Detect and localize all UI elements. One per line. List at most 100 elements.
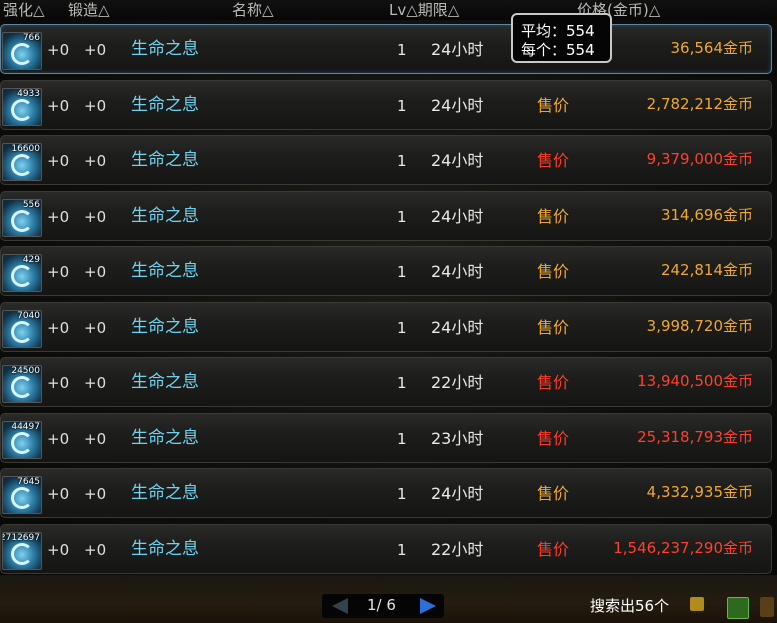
sale-label: 售价 — [537, 484, 570, 503]
tooltip-each-label: 每个： — [521, 41, 567, 59]
gold-icon[interactable] — [690, 597, 704, 611]
header-lv-duration[interactable]: Lv△期限△ — [389, 0, 459, 20]
life-breath-icon: 16600 — [2, 143, 42, 181]
prev-page-icon[interactable] — [332, 598, 348, 614]
enhance-value: +0 — [47, 374, 70, 392]
item-quantity: 7040 — [17, 310, 40, 321]
swirl-icon — [11, 542, 33, 565]
swirl-icon — [11, 265, 33, 287]
forge-value: +0 — [84, 263, 107, 281]
forge-value: +0 — [84, 96, 107, 115]
swirl-icon — [11, 43, 33, 65]
forge-value: +0 — [84, 374, 107, 392]
item-quantity: 44497 — [11, 421, 40, 432]
next-page-icon[interactable] — [420, 598, 436, 614]
item-duration: 24小时 — [431, 40, 484, 59]
list-item[interactable]: 556 +0 +0 生命之息 1 24小时 售价 314,696金币 — [0, 190, 772, 241]
list-item[interactable]: 4933 +0 +0 生命之息 1 24小时 售价 2,782,212金币 — [0, 79, 772, 130]
item-name: 生命之息 — [131, 94, 199, 115]
header-enhance[interactable]: 强化△ — [3, 0, 45, 20]
item-level: 1 — [397, 485, 407, 503]
swirl-icon — [11, 98, 33, 121]
item-price: 36,564金币 — [670, 39, 754, 57]
forge-value: +0 — [84, 207, 107, 226]
column-header-bar: 强化△ 锻造△ 名称△ Lv△期限△ 价格(金币)△ — [0, 0, 777, 20]
item-duration: 24小时 — [431, 317, 484, 337]
enhance-value: +0 — [47, 540, 70, 559]
item-duration: 24小时 — [431, 484, 484, 503]
item-level: 1 — [397, 41, 407, 59]
life-breath-icon: 4933 — [2, 87, 42, 126]
item-duration: 24小时 — [431, 262, 484, 281]
life-breath-icon: 44497 — [2, 420, 42, 459]
item-price: 1,546,237,290金币 — [613, 538, 753, 557]
item-duration: 24小时 — [431, 206, 484, 226]
item-level: 1 — [397, 152, 407, 170]
item-quantity: 556 — [22, 199, 40, 210]
swirl-icon — [11, 376, 33, 398]
sale-label: 售价 — [537, 317, 570, 337]
pagination: 1/ 6 — [322, 594, 444, 618]
item-level: 1 — [397, 96, 407, 115]
enhance-value: +0 — [47, 96, 70, 115]
sale-label: 售价 — [537, 151, 570, 170]
tooltip-average-label: 平均： — [521, 22, 567, 40]
list-item[interactable]: 16600 +0 +0 生命之息 1 24小时 售价 9,379,000金币 — [0, 135, 772, 185]
swirl-icon — [11, 154, 33, 176]
sale-label: 售价 — [537, 95, 570, 115]
item-price: 4,332,935金币 — [646, 483, 753, 501]
search-result-count: 搜索出56个 — [590, 597, 670, 615]
item-price: 242,814金币 — [660, 261, 753, 279]
header-forge[interactable]: 锻造△ — [68, 0, 110, 20]
item-quantity: 24500 — [11, 366, 40, 376]
list-item[interactable]: 7040 +0 +0 生命之息 1 24小时 售价 3,998,720金币 — [0, 301, 772, 352]
item-quantity: 4933 — [17, 88, 40, 99]
item-name: 生命之息 — [131, 316, 199, 337]
item-level: 1 — [397, 374, 407, 392]
enhance-value: +0 — [47, 429, 70, 448]
item-duration: 22小时 — [431, 373, 484, 392]
enhance-value: +0 — [47, 485, 70, 503]
list-item[interactable]: 2712697 +0 +0 生命之息 1 22小时 售价 1,546,237,290金币 — [0, 523, 772, 574]
forge-value: +0 — [84, 429, 107, 448]
item-quantity: 766 — [22, 33, 40, 43]
forge-value: +0 — [84, 540, 107, 559]
list-item[interactable]: 766 +0 +0 生命之息 1 24小时 36,564金币 — [0, 24, 772, 74]
item-level: 1 — [397, 207, 407, 226]
swirl-icon — [11, 320, 33, 343]
enhance-value: +0 — [47, 207, 70, 226]
item-name: 生命之息 — [131, 150, 199, 170]
life-breath-icon: 24500 — [2, 365, 42, 403]
item-quantity: 429 — [22, 255, 40, 265]
auction-window: 强化△ 锻造△ 名称△ Lv△期限△ 价格(金币)△ 766 +0 +0 生命之息 1 2… — [0, 0, 777, 623]
item-duration: 22小时 — [431, 539, 484, 559]
item-name: 生命之息 — [131, 39, 199, 59]
item-level: 1 — [397, 318, 407, 337]
sale-label: 售价 — [537, 539, 570, 559]
item-price: 314,696金币 — [660, 205, 753, 224]
list-item[interactable]: 429 +0 +0 生命之息 1 24小时 售价 242,814金币 — [0, 246, 772, 296]
item-quantity: 2712697 — [2, 532, 40, 543]
page-indicator: 1/ 6 — [367, 596, 396, 614]
confirm-icon[interactable] — [727, 597, 749, 619]
swirl-icon — [11, 431, 33, 454]
list-item[interactable]: 7645 +0 +0 生命之息 1 24小时 售价 4,332,935金币 — [0, 468, 772, 518]
life-breath-icon: 766 — [2, 32, 42, 70]
enhance-value: +0 — [47, 41, 70, 59]
header-name[interactable]: 名称△ — [232, 0, 274, 20]
item-name: 生命之息 — [131, 261, 199, 281]
item-name: 生命之息 — [131, 372, 199, 392]
forge-value: +0 — [84, 485, 107, 503]
list-item[interactable]: 24500 +0 +0 生命之息 1 22小时 售价 13,940,500金币 — [0, 357, 772, 407]
item-name: 生命之息 — [131, 538, 199, 559]
item-price: 13,940,500金币 — [637, 372, 753, 390]
life-breath-icon: 556 — [2, 198, 42, 237]
list-item[interactable]: 44497 +0 +0 生命之息 1 23小时 售价 25,318,793金币 — [0, 412, 772, 463]
item-name: 生命之息 — [131, 205, 199, 226]
item-name: 生命之息 — [131, 427, 199, 448]
item-level: 1 — [397, 540, 407, 559]
side-tab-icon[interactable] — [760, 597, 774, 617]
tooltip-each-value: 554 — [566, 41, 595, 59]
forge-value: +0 — [84, 152, 107, 170]
item-price: 9,379,000金币 — [646, 150, 753, 168]
